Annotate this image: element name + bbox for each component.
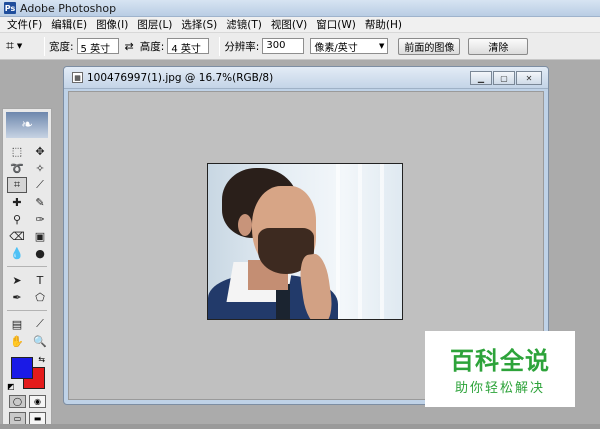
crop-tool-icon[interactable]: ⌗ <box>7 177 27 193</box>
menu-view[interactable]: 视图(V) <box>268 17 313 32</box>
move-tool-icon[interactable]: ✥ <box>30 143 50 159</box>
eraser-tool-icon[interactable]: ⌫ <box>7 228 27 244</box>
app-title-bar: Ps Adobe Photoshop <box>0 0 600 17</box>
swap-dimensions-icon[interactable]: ⇄ <box>125 40 134 53</box>
tool-grid-2: ➤ T ✒ ⬠ <box>3 270 51 307</box>
height-field[interactable]: 4 英寸 <box>167 38 210 54</box>
resolution-field[interactable]: 300 <box>262 38 305 54</box>
document-title: 100476997(1).jpg @ 16.7%(RGB/8) <box>87 71 274 84</box>
menu-window[interactable]: 窗口(W) <box>313 17 362 32</box>
zoom-tool-icon[interactable]: 🔍 <box>30 333 50 349</box>
maximize-icon[interactable]: ▢ <box>493 71 515 85</box>
menu-help[interactable]: 帮助(H) <box>362 17 408 32</box>
type-tool-icon[interactable]: T <box>30 272 50 288</box>
menu-filter[interactable]: 滤镜(T) <box>223 17 268 32</box>
front-image-button[interactable]: 前面的图像 <box>398 37 461 55</box>
quick-mask-mode-icon[interactable]: ◉ <box>29 395 46 408</box>
menu-layer[interactable]: 图层(L) <box>134 17 178 32</box>
tool-grid-3: ▤ ⟋ ✋ 🔍 <box>3 314 51 351</box>
lasso-tool-icon[interactable]: ➰ <box>7 160 27 176</box>
resolution-label: 分辨率: <box>224 40 260 53</box>
close-icon[interactable]: ✕ <box>516 71 542 85</box>
tool-grid: ⬚ ✥ ➰ ✧ ⌗ ⟋ ✚ ✎ ⚲ ✑ ⌫ ▣ 💧 ● <box>3 141 51 263</box>
clear-button[interactable]: 清除 <box>468 37 529 55</box>
healing-brush-tool-icon[interactable]: ✚ <box>7 194 27 210</box>
gradient-tool-icon[interactable]: ▣ <box>30 228 50 244</box>
window-controls: ▁ ▢ ✕ <box>470 71 542 85</box>
app-title: Adobe Photoshop <box>20 1 117 15</box>
divider <box>44 36 45 56</box>
shape-tool-icon[interactable]: ⬠ <box>30 289 50 305</box>
hand-tool-icon[interactable]: ✋ <box>7 333 27 349</box>
menu-file[interactable]: 文件(F) <box>4 17 48 32</box>
slice-tool-icon[interactable]: ⟋ <box>30 177 50 193</box>
options-bar: ⌗ ▼ 宽度: 5 英寸 ⇄ 高度: 4 英寸 分辨率: 300 像素/英寸 ▼ … <box>0 33 600 60</box>
magic-wand-tool-icon[interactable]: ✧ <box>30 160 50 176</box>
eyedropper-tool-icon[interactable]: ⟋ <box>30 316 50 332</box>
height-label: 高度: <box>139 40 165 53</box>
divider <box>7 266 47 267</box>
clone-stamp-tool-icon[interactable]: ⚲ <box>7 211 27 227</box>
history-brush-tool-icon[interactable]: ✑ <box>30 211 50 227</box>
divider <box>7 310 47 311</box>
resolution-unit-select[interactable]: 像素/英寸 ▼ <box>310 38 389 54</box>
divider <box>219 36 221 56</box>
photoshop-icon: Ps <box>4 2 16 14</box>
color-swatches: ⇆ ◩ <box>7 355 47 391</box>
standard-mode-icon[interactable]: ◯ <box>9 395 26 408</box>
chevron-down-icon: ▼ <box>16 42 23 50</box>
document-image[interactable] <box>207 163 403 320</box>
blur-tool-icon[interactable]: 💧 <box>7 245 27 261</box>
screen-mode-buttons: ▭ ▬ <box>3 408 51 425</box>
notes-tool-icon[interactable]: ▤ <box>7 316 27 332</box>
chevron-down-icon: ▼ <box>378 42 385 50</box>
watermark: 百科全说 助你轻松解决 <box>425 331 575 407</box>
watermark-main-text: 百科全说 <box>450 347 550 375</box>
menu-select[interactable]: 选择(S) <box>178 17 223 32</box>
toolbox: ❧ ⬚ ✥ ➰ ✧ ⌗ ⟋ ✚ ✎ ⚲ ✑ ⌫ ▣ 💧 ● ➤ T ✒ ⬠ ▤ … <box>2 108 52 428</box>
marquee-tool-icon[interactable]: ⬚ <box>7 143 27 159</box>
path-selection-tool-icon[interactable]: ➤ <box>7 272 27 288</box>
foreground-color-swatch[interactable] <box>11 357 33 379</box>
resolution-unit-value: 像素/英寸 <box>314 42 358 54</box>
image-ear <box>238 214 252 236</box>
bottom-edge <box>0 424 600 429</box>
document-icon: ▦ <box>72 72 83 83</box>
watermark-sub-text: 助你轻松解决 <box>454 381 545 396</box>
width-label: 宽度: <box>49 40 74 53</box>
dodge-tool-icon[interactable]: ● <box>30 245 50 261</box>
swap-colors-icon[interactable]: ⇆ <box>38 355 45 364</box>
brush-tool-icon[interactable]: ✎ <box>30 194 50 210</box>
pen-tool-icon[interactable]: ✒ <box>7 289 27 305</box>
minimize-icon[interactable]: ▁ <box>470 71 492 85</box>
width-field[interactable]: 5 英寸 <box>76 38 119 54</box>
crop-tool-icon: ⌗ <box>6 38 14 54</box>
menu-bar: 文件(F) 编辑(E) 图像(I) 图层(L) 选择(S) 滤镜(T) 视图(V… <box>0 17 600 33</box>
toolbox-header-feather-icon: ❧ <box>6 112 48 138</box>
menu-edit[interactable]: 编辑(E) <box>48 17 93 32</box>
default-colors-icon[interactable]: ◩ <box>7 382 15 391</box>
tool-preset-picker[interactable]: ⌗ ▼ <box>6 38 40 54</box>
mask-mode-buttons: ◯ ◉ <box>3 391 51 408</box>
menu-image[interactable]: 图像(I) <box>93 17 134 32</box>
